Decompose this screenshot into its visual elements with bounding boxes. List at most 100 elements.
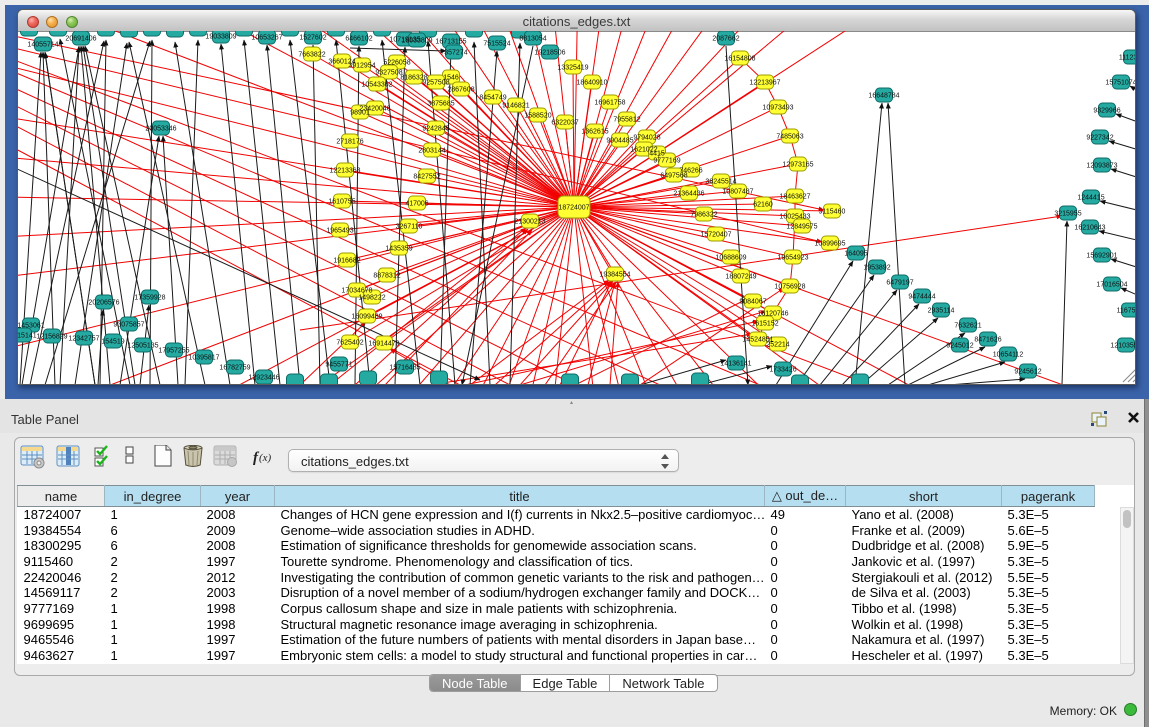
svg-text:10899695: 10899695 [814, 241, 845, 248]
svg-text:164095: 164095 [844, 251, 867, 258]
svg-text:7485063: 7485063 [776, 134, 803, 141]
svg-text:2718176: 2718176 [336, 139, 363, 146]
svg-text:21364436: 21364436 [673, 191, 704, 198]
svg-text:7632621: 7632621 [954, 323, 981, 330]
svg-text:7357274: 7357274 [440, 50, 467, 57]
svg-text:18640910: 18640910 [576, 80, 607, 87]
svg-text:2087662: 2087662 [712, 36, 739, 43]
svg-text:10025433: 10025433 [779, 214, 810, 221]
svg-text:12213967: 12213967 [749, 80, 780, 87]
svg-text:9777169: 9777169 [653, 158, 680, 165]
svg-text:9084067: 9084067 [739, 299, 766, 306]
svg-text:1112381: 1112381 [1119, 55, 1135, 62]
svg-text:19218506: 19218506 [534, 50, 565, 57]
svg-text:1498222: 1498222 [358, 295, 385, 302]
svg-text:14136141: 14136141 [720, 361, 751, 368]
svg-text:19384554: 19384554 [599, 272, 630, 279]
svg-text:16713155: 16713155 [435, 39, 466, 46]
svg-text:15720407: 15720407 [700, 232, 731, 239]
svg-text:21300213: 21300213 [514, 219, 545, 226]
svg-text:7663822: 7663822 [298, 52, 325, 59]
svg-text:93075857: 93075857 [113, 322, 144, 329]
svg-text:1435359: 1435359 [385, 246, 412, 253]
svg-text:2803144: 2803144 [418, 148, 445, 155]
svg-text:13325419: 13325419 [557, 65, 588, 72]
svg-text:12923446: 12923446 [248, 375, 279, 382]
svg-text:6466102: 6466102 [345, 36, 372, 43]
svg-text:20206576: 20206576 [88, 300, 119, 307]
svg-text:17359928: 17359928 [134, 295, 165, 302]
svg-text:14055714: 14055714 [27, 42, 58, 49]
svg-text:3912954: 3912954 [348, 63, 375, 70]
svg-text:1916682: 1916682 [333, 258, 360, 265]
svg-text:746266: 746266 [679, 168, 702, 175]
svg-text:12156829: 12156829 [36, 334, 67, 341]
svg-text:1588520: 1588520 [524, 113, 551, 120]
svg-text:9794028: 9794028 [633, 135, 660, 142]
svg-text:15716485: 15716485 [389, 365, 420, 372]
svg-text:7986322: 7986322 [690, 212, 717, 219]
svg-text:12213363: 12213363 [329, 168, 360, 175]
svg-text:18807249: 18807249 [725, 274, 756, 281]
svg-text:1244415: 1244415 [1077, 195, 1104, 202]
svg-text:9455771: 9455771 [325, 362, 352, 369]
svg-text:3915141: 3915141 [18, 333, 37, 340]
svg-text:10395817: 10395817 [188, 355, 219, 362]
svg-text:1453061: 1453061 [18, 323, 45, 330]
svg-text:10653267: 10653267 [251, 35, 282, 42]
svg-text:1953892: 1953892 [863, 265, 890, 272]
svg-text:417006: 417006 [405, 201, 428, 208]
svg-text:1615152: 1615152 [751, 321, 778, 328]
svg-text:7955812: 7955812 [613, 117, 640, 124]
svg-text:9115460: 9115460 [819, 209, 846, 216]
svg-text:62160: 62160 [753, 202, 773, 209]
svg-text:252214: 252214 [766, 342, 789, 349]
svg-text:98901: 98901 [350, 110, 370, 117]
svg-text:9146821: 9146821 [502, 103, 529, 110]
svg-text:16099489: 16099489 [351, 314, 382, 321]
svg-text:10688609: 10688609 [715, 255, 746, 262]
svg-text:12505135: 12505135 [127, 343, 158, 350]
svg-text:15751074: 15751074 [1105, 80, 1135, 87]
svg-text:3267110: 3267110 [396, 224, 423, 231]
svg-text:10807487: 10807487 [722, 189, 753, 196]
svg-text:3875685: 3875685 [427, 101, 454, 108]
svg-text:12973165: 12973165 [782, 162, 813, 169]
svg-text:2935114: 2935114 [928, 308, 955, 315]
svg-text:17034678: 17034678 [341, 288, 372, 295]
svg-text:7515524: 7515524 [483, 41, 510, 48]
svg-text:154519: 154519 [101, 339, 124, 346]
svg-text:5226058: 5226058 [383, 60, 410, 67]
svg-text:1610755: 1610755 [328, 199, 355, 206]
svg-text:16914479: 16914479 [368, 341, 399, 348]
svg-text:16154808: 16154808 [724, 56, 755, 63]
svg-text:1733426: 1733426 [769, 367, 796, 374]
svg-text:(x): (x) [259, 452, 272, 464]
svg-text:6479197: 6479197 [886, 280, 913, 287]
svg-text:9329966: 9329966 [1093, 108, 1120, 115]
svg-text:18724007: 18724007 [558, 205, 589, 212]
svg-text:12849575: 12849575 [786, 224, 817, 231]
svg-text:17016504: 17016504 [1096, 282, 1127, 289]
svg-text:9327508: 9327508 [375, 70, 402, 77]
svg-text:10973493: 10973493 [762, 105, 793, 112]
svg-text:17957255: 17957255 [158, 348, 189, 355]
svg-text:19033809: 19033809 [205, 34, 236, 41]
svg-text:8878312: 8878312 [373, 273, 400, 280]
svg-text:38245514: 38245514 [705, 179, 736, 186]
svg-text:1167534: 1167534 [1117, 308, 1135, 315]
svg-text:15692901: 15692901 [1086, 253, 1117, 260]
svg-text:2867608: 2867608 [447, 87, 474, 94]
svg-text:12342757: 12342757 [68, 336, 99, 343]
svg-text:18463627: 18463627 [779, 194, 810, 201]
svg-text:12103554: 12103554 [1110, 343, 1135, 350]
svg-text:9245012: 9245012 [946, 343, 973, 350]
svg-text:8427552: 8427552 [413, 174, 440, 181]
svg-text:16648784: 16648784 [868, 93, 899, 100]
svg-text:1965493: 1965493 [326, 228, 353, 235]
svg-text:16210643: 16210643 [1074, 225, 1105, 232]
svg-text:16961758: 16961758 [594, 100, 625, 107]
svg-text:8471626: 8471626 [974, 337, 1001, 344]
svg-text:9242845: 9242845 [422, 126, 449, 133]
svg-text:9474444: 9474444 [908, 294, 935, 301]
